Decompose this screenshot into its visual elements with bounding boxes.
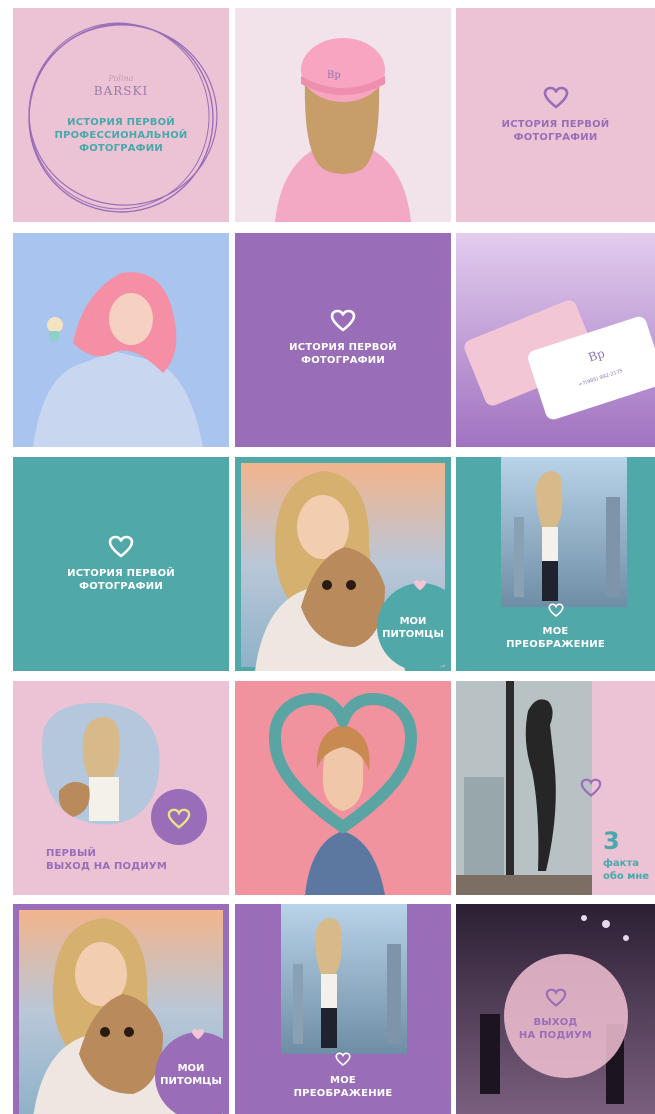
tile-caption: ИСТОРИЯ ПЕРВОЙ ФОТОГРАФИИ xyxy=(289,342,397,366)
scribble-circle-icon xyxy=(28,22,218,213)
facts-tile[interactable]: 3 факта обо мне xyxy=(456,681,655,895)
runway-exit-tile[interactable]: ВЫХОД НА ПОДИУМ xyxy=(456,904,655,1114)
pink-cap-photo: Bp xyxy=(235,8,451,222)
business-cards-photo: Bp +7(985) 992-2175 xyxy=(456,233,655,447)
heart-icon xyxy=(108,535,134,558)
tile-caption: МОИ ПИТОМЦЫ xyxy=(382,616,444,640)
purple-caption-tile[interactable]: ИСТОРИЯ ПЕРВОЙ ФОТОГРАФИИ xyxy=(235,233,451,447)
heart-icon xyxy=(547,603,564,618)
tile-caption: МОИ ПИТОМЦЫ xyxy=(160,1063,222,1087)
tile-caption: МОЕ ПРЕОБРАЖЕНИЕ xyxy=(293,1075,393,1099)
runway-pink-tile[interactable]: ПЕРВЫЙ ВЫХОД НА ПОДИУМ xyxy=(13,681,229,895)
heart-icon xyxy=(414,580,426,591)
pink-caption-tile[interactable]: ИСТОРИЯ ПЕРВОЙ ФОТОГРАФИИ xyxy=(456,8,655,222)
pets-purple-tile[interactable]: МОИ ПИТОМЦЫ xyxy=(13,904,229,1114)
fact-number: 3 xyxy=(603,827,620,855)
tile-caption: ПЕРВЫЙ ВЫХОД НА ПОДИУМ xyxy=(46,848,167,872)
tile-caption: ИСТОРИЯ ПЕРВОЙ ФОТОГРАФИИ xyxy=(67,568,175,592)
tile-caption: ИСТОРИЯ ПЕРВОЙ ФОТОГРАФИИ xyxy=(501,119,610,143)
tile-caption: ИСТОРИЯ ПЕРВОЙ ПРОФЕССИОНАЛЬНОЙ ФОТОГРАФ… xyxy=(54,117,188,154)
portrait-photo xyxy=(13,233,229,447)
heart-icon xyxy=(335,1052,351,1067)
transformation-teal-tile[interactable]: МОЕ ПРЕОБРАЖЕНИЕ xyxy=(456,457,655,671)
transformation-purple-tile[interactable]: МОЕ ПРЕОБРАЖЕНИЕ xyxy=(235,904,451,1114)
heart-icon xyxy=(330,309,356,332)
heart-icon xyxy=(167,808,191,829)
logo-tile[interactable]: Polina BARSKI ИСТОРИЯ ПЕРВОЙ ПРОФЕССИОНА… xyxy=(13,8,229,222)
heart-icon xyxy=(543,86,568,109)
heart-frame-photo xyxy=(235,681,451,895)
tile-caption: ВЫХОД НА ПОДИУМ xyxy=(518,1017,593,1041)
teal-caption-tile[interactable]: ИСТОРИЯ ПЕРВОЙ ФОТОГРАФИИ xyxy=(13,457,229,671)
runway-photo xyxy=(456,904,655,1114)
svg-text:Bp: Bp xyxy=(327,70,341,81)
cap-photo-tile[interactable]: Bp xyxy=(235,8,451,222)
logo-brand: BARSKI xyxy=(93,84,149,98)
pink-wig-photo-tile[interactable] xyxy=(13,233,229,447)
business-cards-tile[interactable]: Bp +7(985) 992-2175 xyxy=(456,233,655,447)
heart-frame-tile[interactable] xyxy=(235,681,451,895)
logo-script: Polina xyxy=(108,74,134,83)
heart-icon xyxy=(192,1029,204,1040)
heart-icon xyxy=(580,778,602,797)
tile-caption: МОЕ ПРЕОБРАЖЕНИЕ xyxy=(506,626,605,650)
fact-text: факта обо мне xyxy=(603,858,650,882)
heart-icon xyxy=(545,988,566,1007)
pets-teal-tile[interactable]: МОИ ПИТОМЦЫ xyxy=(235,457,451,671)
